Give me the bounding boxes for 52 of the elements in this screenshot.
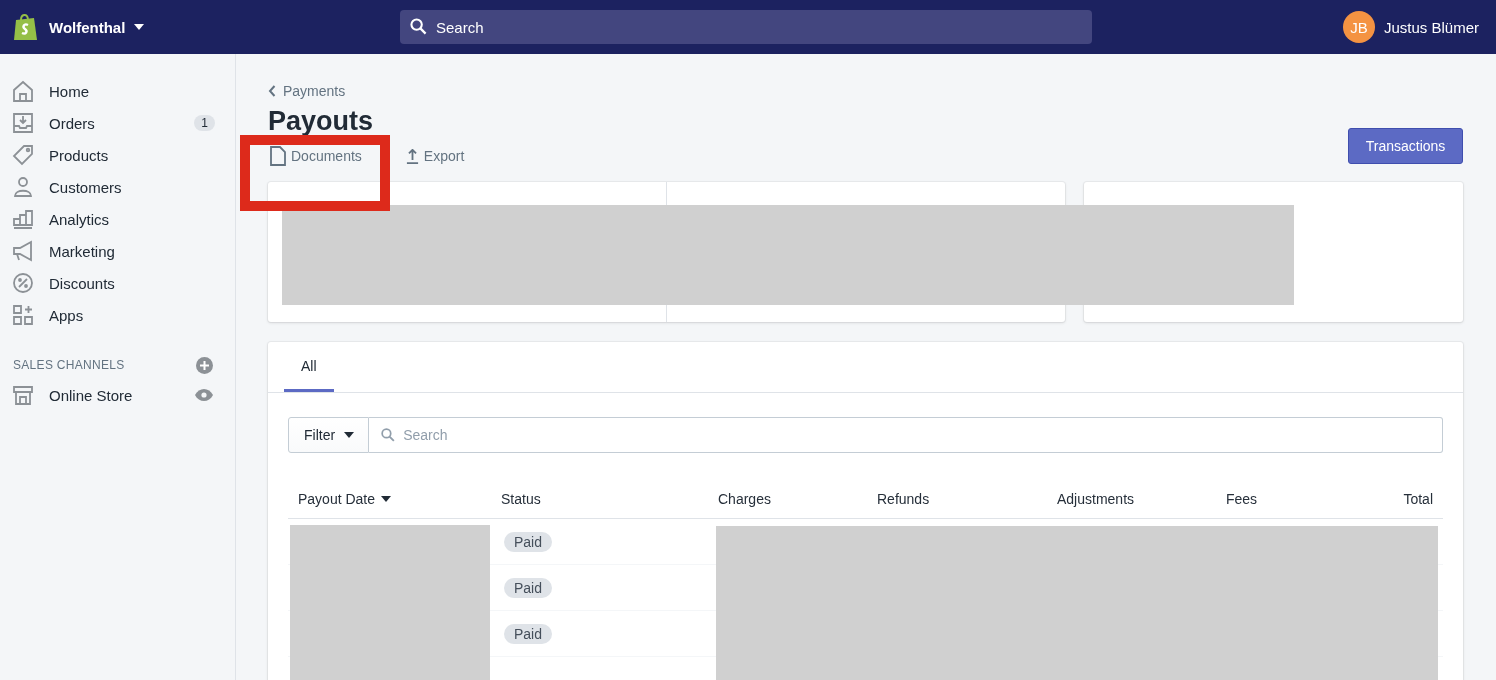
- column-header[interactable]: Charges: [718, 491, 771, 507]
- action-button[interactable]: Export: [423, 148, 465, 164]
- sort-caret-icon: [381, 496, 392, 502]
- page-title: Payouts: [268, 105, 375, 137]
- caret-icon: [344, 432, 355, 438]
- apps-icon: [12, 304, 34, 326]
- column-header[interactable]: Total: [1403, 491, 1433, 507]
- home-icon: [12, 80, 34, 102]
- document-icon: [270, 146, 286, 166]
- breadcrumb-link[interactable]: Payments: [283, 83, 346, 99]
- column-header[interactable]: Payout Date: [298, 491, 376, 507]
- orders-icon: [12, 112, 34, 134]
- nav-item[interactable]: Customers: [49, 178, 122, 196]
- person-icon: [12, 176, 34, 198]
- nav-item[interactable]: Discounts: [49, 274, 115, 292]
- nav-item[interactable]: Orders: [49, 114, 95, 132]
- count-badge: 1: [194, 115, 215, 131]
- column-header[interactable]: Adjustments: [1057, 491, 1135, 507]
- search-field[interactable]: Search: [400, 10, 1092, 44]
- nav-item[interactable]: Marketing: [49, 242, 115, 260]
- export-icon: [405, 148, 419, 164]
- search-icon: [410, 18, 427, 35]
- store-switcher[interactable]: Wolfenthal: [48, 18, 126, 36]
- nav-item[interactable]: Analytics: [49, 210, 110, 228]
- discount-icon: [12, 272, 34, 294]
- chevron-left-icon: [268, 85, 276, 97]
- nav-item[interactable]: Apps: [49, 306, 84, 324]
- nav-item[interactable]: Home: [49, 82, 89, 100]
- column-header[interactable]: Status: [501, 491, 541, 507]
- transactions-button[interactable]: Transactions: [1348, 128, 1463, 164]
- search-icon: [381, 428, 396, 442]
- action-button[interactable]: Documents: [291, 148, 362, 164]
- status-badge: Paid: [504, 623, 553, 644]
- status-badge: Paid: [504, 531, 553, 552]
- store-icon: [12, 384, 34, 406]
- user-name[interactable]: Justus Blümer: [1383, 18, 1479, 36]
- search-field[interactable]: Search: [369, 417, 1443, 453]
- shopping-bag-logo-icon: [13, 12, 39, 42]
- column-header[interactable]: Refunds: [877, 491, 930, 507]
- tag-icon: [12, 144, 34, 166]
- tab[interactable]: All: [284, 342, 334, 392]
- section-heading: SALES CHANNELS: [13, 358, 125, 372]
- status-badge: Paid: [504, 577, 553, 598]
- caret-icon: [134, 24, 145, 30]
- add-icon[interactable]: [196, 356, 213, 374]
- chart-icon: [12, 208, 34, 230]
- nav-item[interactable]: Products: [49, 146, 109, 164]
- filter-button[interactable]: Filter: [288, 417, 370, 453]
- megaphone-icon: [12, 240, 34, 262]
- eye-icon[interactable]: [195, 389, 213, 401]
- nav-item[interactable]: Online Store: [49, 386, 133, 404]
- column-header[interactable]: Fees: [1226, 491, 1258, 507]
